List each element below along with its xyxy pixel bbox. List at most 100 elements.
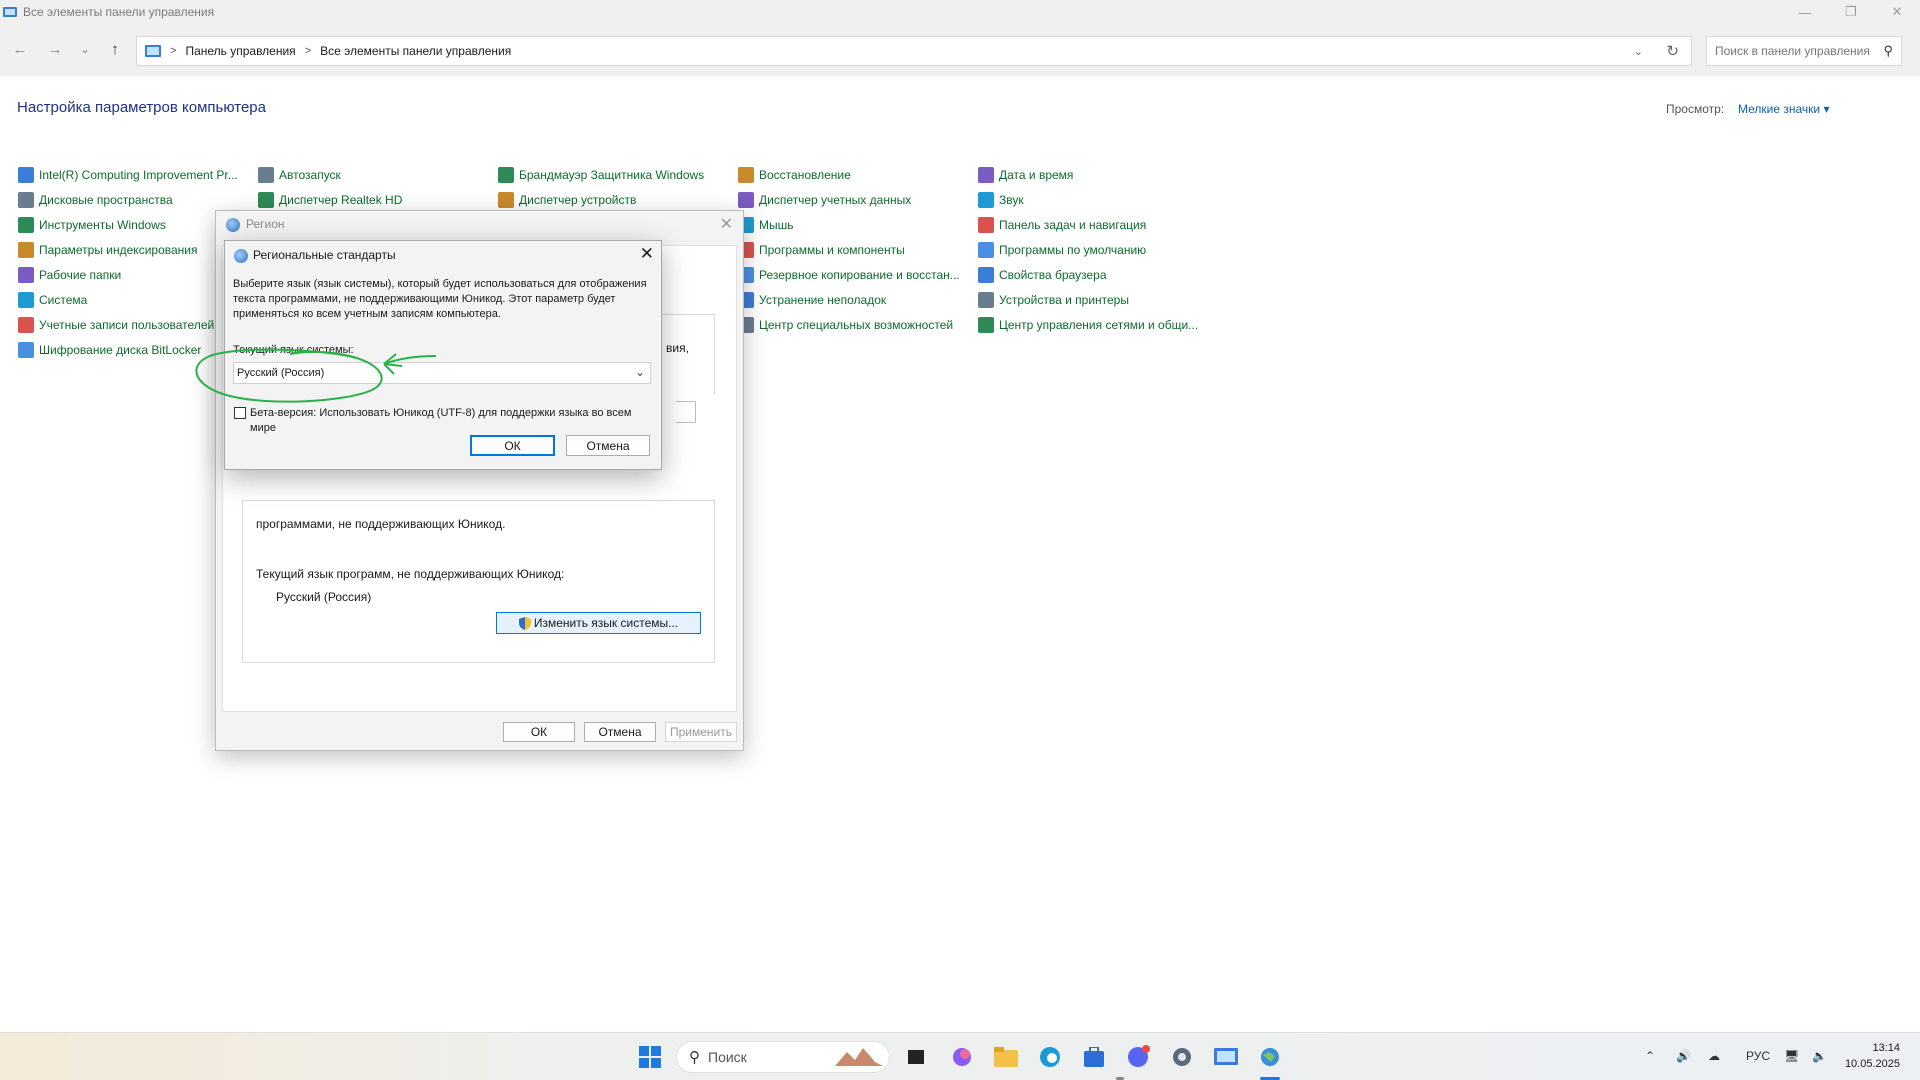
language-indicator[interactable]: РУС	[1746, 1049, 1770, 1063]
cp-item[interactable]: Параметры индексирования	[18, 240, 197, 260]
cp-item-label: Дисковые пространства	[39, 193, 173, 207]
close-window-button[interactable]: ✕	[1874, 0, 1920, 24]
cp-item-icon	[978, 242, 994, 258]
cp-item[interactable]: Свойства браузера	[978, 265, 1107, 285]
cp-item[interactable]: Диспетчер устройств	[498, 190, 636, 210]
cp-item-icon	[978, 192, 994, 208]
task-view-icon[interactable]	[900, 1041, 932, 1073]
windows-icon	[639, 1046, 661, 1068]
current-system-locale-label: Текущий язык системы:	[233, 344, 354, 356]
cp-item[interactable]: Инструменты Windows	[18, 215, 166, 235]
clock-time: 13:14	[1872, 1042, 1900, 1054]
cp-item[interactable]: Центр специальных возможностей	[738, 315, 953, 335]
utf8-beta-checkbox[interactable]	[234, 407, 246, 419]
address-bar[interactable]: > Панель управления > Все элементы панел…	[136, 36, 1692, 66]
cp-item[interactable]: Intel(R) Computing Improvement Pr...	[18, 165, 238, 185]
system-locale-dialog-title: Региональные стандарты	[253, 248, 396, 262]
cancel-button[interactable]: Отмена	[566, 435, 650, 456]
breadcrumb-control-panel[interactable]: Панель управления	[185, 44, 295, 58]
file-explorer-icon[interactable]	[990, 1041, 1022, 1073]
forward-button[interactable]: →	[43, 37, 67, 61]
cp-item[interactable]: Звук	[978, 190, 1024, 210]
search-icon[interactable]: ⚲	[1883, 43, 1893, 59]
chevron-down-icon[interactable]: ⌄	[1634, 45, 1643, 58]
view-mode-dropdown[interactable]: Мелкие значки ▾	[1738, 102, 1829, 116]
chevron-right-icon: >	[170, 45, 177, 57]
change-system-locale-button[interactable]: Изменить язык системы...	[496, 612, 701, 634]
ok-button[interactable]: ОК	[470, 435, 555, 456]
region-apply-button: Применить	[665, 722, 737, 742]
search-input[interactable]	[1715, 44, 1875, 58]
utf8-beta-label: Бета-версия: Использовать Юникод (UTF-8)…	[250, 407, 632, 434]
region-ok-button[interactable]: ОК	[503, 722, 575, 742]
control-panel-taskbar-icon[interactable]	[1210, 1041, 1242, 1073]
cp-item[interactable]: Программы по умолчанию	[978, 240, 1146, 260]
cp-item-icon	[498, 192, 514, 208]
cp-item-label: Центр управления сетями и общи...	[999, 318, 1199, 332]
taskbar-search[interactable]: ⚲ Поиск	[676, 1041, 890, 1073]
cp-item[interactable]: Автозапуск	[258, 165, 341, 185]
edge-icon[interactable]	[1034, 1041, 1066, 1073]
network-icon[interactable]: 🖥	[1784, 1049, 1799, 1063]
speaker-alert-icon[interactable]: 🔊	[1676, 1049, 1691, 1063]
cp-item-label: Звук	[999, 193, 1024, 207]
cp-item[interactable]: Дисковые пространства	[18, 190, 173, 210]
cp-item-label: Центр специальных возможностей	[759, 318, 954, 332]
cp-item[interactable]: Диспетчер учетных данных	[738, 190, 911, 210]
discord-icon[interactable]	[1122, 1041, 1154, 1073]
cp-item[interactable]: Дата и время	[978, 165, 1073, 185]
region-taskbar-icon[interactable]	[1254, 1041, 1286, 1073]
close-icon[interactable]: ✕	[640, 244, 654, 264]
cp-item[interactable]: Брандмауэр Защитника Windows	[498, 165, 704, 185]
cp-item-icon	[18, 192, 34, 208]
cp-item[interactable]: Программы и компоненты	[738, 240, 905, 260]
cp-item[interactable]: Учетные записи пользователей	[18, 315, 214, 335]
close-icon[interactable]: ✕	[720, 214, 733, 234]
recent-locations-button[interactable]: ⌄	[73, 37, 97, 61]
copilot-icon[interactable]	[946, 1041, 978, 1073]
cloud-offline-icon[interactable]: ☁	[1708, 1049, 1720, 1063]
cp-item[interactable]: Рабочие папки	[18, 265, 121, 285]
window-controls: — ❐ ✕	[1782, 0, 1920, 24]
chevron-up-icon[interactable]: ⌃	[1645, 1049, 1655, 1063]
cp-item[interactable]: Шифрование диска BitLocker	[18, 340, 201, 360]
title-bar: Все элементы панели управления — ❐ ✕	[0, 0, 1920, 24]
unicode-group: программами, не поддерживающих Юникод. Т…	[242, 500, 715, 663]
cp-item[interactable]: Система	[18, 290, 87, 310]
cp-item-label: Дата и время	[999, 168, 1074, 182]
maximize-button[interactable]: ❐	[1828, 0, 1874, 24]
search-box[interactable]: ⚲	[1706, 36, 1902, 66]
start-button[interactable]	[634, 1041, 666, 1073]
system-locale-select[interactable]: Русский (Россия) ⌄	[233, 362, 651, 384]
volume-icon[interactable]: 🔈	[1812, 1049, 1827, 1063]
cp-item-label: Параметры индексирования	[39, 243, 198, 257]
cp-item-icon	[18, 217, 34, 233]
cp-item-label: Intel(R) Computing Improvement Pr...	[39, 168, 238, 182]
cp-item[interactable]: Устранение неполадок	[738, 290, 886, 310]
store-icon[interactable]	[1078, 1041, 1110, 1073]
cp-item[interactable]: Центр управления сетями и общи...	[978, 315, 1198, 335]
cp-item-label: Диспетчер Realtek HD	[279, 193, 403, 207]
cp-item[interactable]: Восстановление	[738, 165, 851, 185]
cp-item[interactable]: Панель задач и навигация	[978, 215, 1146, 235]
cp-item-label: Восстановление	[759, 168, 851, 182]
cp-item[interactable]: Устройства и принтеры	[978, 290, 1129, 310]
clock[interactable]: 13:14 10.05.2025	[1845, 1040, 1900, 1072]
breadcrumb-all-items[interactable]: Все элементы панели управления	[320, 44, 511, 58]
refresh-icon[interactable]: ↻	[1666, 42, 1679, 60]
cp-item-icon	[978, 317, 994, 333]
back-button[interactable]: ←	[8, 37, 32, 61]
globe-icon	[234, 249, 248, 263]
cp-item-label: Инструменты Windows	[39, 218, 166, 232]
cp-item[interactable]: Резервное копирование и восстан...	[738, 265, 960, 285]
region-cancel-button[interactable]: Отмена	[584, 722, 656, 742]
settings-icon[interactable]	[1166, 1041, 1198, 1073]
minimize-button[interactable]: —	[1782, 0, 1828, 24]
clock-date: 10.05.2025	[1844, 1058, 1900, 1070]
search-icon: ⚲	[689, 1049, 700, 1066]
cp-item[interactable]: Мышь	[738, 215, 794, 235]
up-button[interactable]: ↑	[103, 37, 127, 61]
group-description: программами, не поддерживающих Юникод.	[256, 517, 506, 531]
partial-button[interactable]	[676, 401, 696, 423]
cp-item[interactable]: Диспетчер Realtek HD	[258, 190, 402, 210]
